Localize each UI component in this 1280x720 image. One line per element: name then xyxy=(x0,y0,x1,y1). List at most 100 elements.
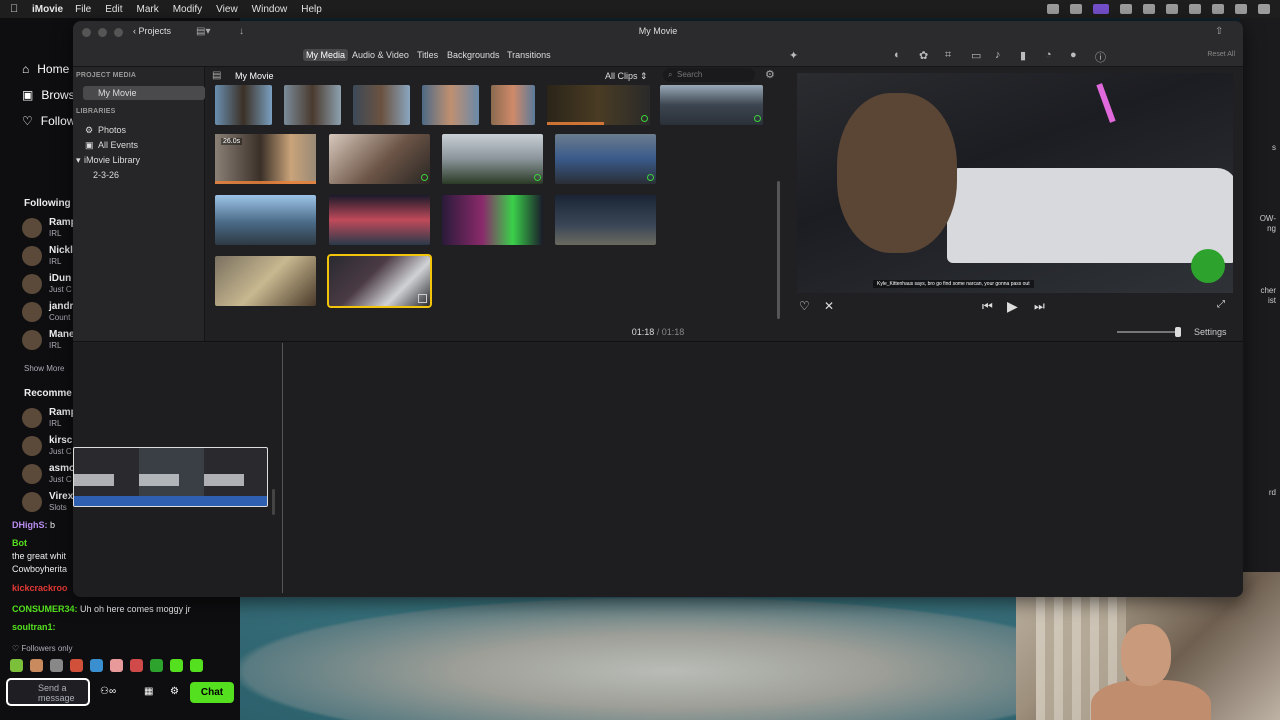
menu-mark[interactable]: Mark xyxy=(136,4,158,15)
emote-icon[interactable] xyxy=(170,659,183,672)
chat-input[interactable]: Send a message xyxy=(6,678,90,706)
chat-username[interactable]: Bot xyxy=(12,538,27,548)
info-icon[interactable]: ⓘ xyxy=(1095,49,1106,65)
emote-icon[interactable] xyxy=(190,659,203,672)
tab-audio-video[interactable]: Audio & Video xyxy=(349,49,412,61)
clip-filter-select[interactable]: All Clips ⇕ xyxy=(605,71,648,82)
tab-titles[interactable]: Titles xyxy=(414,49,441,61)
color-balance-icon[interactable]: ◐ xyxy=(894,49,901,61)
media-clip-thumbnail[interactable] xyxy=(284,85,341,125)
channel-item[interactable]: Virex Slots xyxy=(22,490,78,516)
media-clip-thumbnail-selected[interactable] xyxy=(327,254,432,308)
menu-modify[interactable]: Modify xyxy=(173,4,202,15)
search-input[interactable]: Search xyxy=(663,68,755,82)
store-icon[interactable]: ▦ xyxy=(144,686,153,697)
media-clip-thumbnail[interactable] xyxy=(442,195,543,245)
chat-username[interactable]: soultran1: xyxy=(12,622,56,632)
timeline-zoom-slider[interactable] xyxy=(1117,331,1177,333)
channel-item[interactable]: Ramp IRL xyxy=(22,406,78,432)
reset-all-button[interactable]: Reset All xyxy=(1207,51,1235,58)
emote-icon[interactable] xyxy=(130,659,143,672)
clip-filter-icon[interactable]: ● xyxy=(1070,49,1077,61)
skip-forward-icon[interactable]: ⏭ xyxy=(1034,299,1045,314)
show-more-link[interactable]: Show More xyxy=(24,364,64,373)
screen-record-icon[interactable] xyxy=(1093,4,1109,14)
media-clip-thumbnail[interactable] xyxy=(547,85,650,125)
skip-back-icon[interactable]: ⏮ xyxy=(982,299,993,314)
chat-username[interactable]: CONSUMER34: xyxy=(12,604,78,614)
channel-item[interactable]: Ramp IRL xyxy=(22,216,78,242)
menu-view[interactable]: View xyxy=(216,4,238,15)
add-clip-icon[interactable] xyxy=(418,294,427,303)
play-icon[interactable]: ▶ xyxy=(1007,298,1018,315)
search-icon[interactable] xyxy=(1189,4,1201,14)
speed-icon[interactable]: ◔ xyxy=(1045,49,1052,61)
menu-file[interactable]: File xyxy=(75,4,91,15)
media-clip-thumbnail[interactable] xyxy=(215,256,316,306)
sidebar-item-library[interactable]: iMovie Library xyxy=(84,155,140,165)
sidebar-item-photos[interactable]: Photos xyxy=(98,125,126,135)
volume-icon[interactable]: ♪ xyxy=(995,49,1001,61)
media-clip-thumbnail[interactable] xyxy=(491,85,535,125)
apple-icon[interactable]:  xyxy=(10,3,24,15)
gear-icon[interactable]: ⚙ xyxy=(765,68,775,81)
settings-button[interactable]: Settings xyxy=(1194,327,1227,337)
color-correction-icon[interactable]: ✿ xyxy=(919,49,928,62)
menu-window[interactable]: Window xyxy=(252,4,288,15)
gear-icon[interactable]: ⚙ xyxy=(170,686,179,697)
bluetooth-icon[interactable] xyxy=(1212,4,1224,14)
channel-points-icon[interactable]: ⚇∞ xyxy=(100,686,116,697)
siri-icon[interactable] xyxy=(1258,4,1270,14)
reject-icon[interactable]: ✕ xyxy=(824,299,834,313)
media-clip-thumbnail[interactable] xyxy=(555,195,656,245)
emote-icon[interactable] xyxy=(90,659,103,672)
clip-trim-handle[interactable] xyxy=(272,489,275,515)
media-clip-thumbnail[interactable]: 26.0s xyxy=(215,134,316,184)
media-clip-thumbnail[interactable] xyxy=(353,85,410,125)
channel-item[interactable]: kirsc Just C xyxy=(22,434,78,460)
media-clip-thumbnail[interactable] xyxy=(215,85,272,125)
channel-item[interactable]: asmo Just C xyxy=(22,462,78,488)
browser-scrollbar[interactable] xyxy=(777,181,780,319)
battery-icon[interactable] xyxy=(1143,4,1155,14)
media-clip-thumbnail[interactable] xyxy=(660,85,763,125)
tab-transitions[interactable]: Transitions xyxy=(504,49,554,61)
timeline[interactable] xyxy=(73,343,1243,597)
channel-item[interactable]: Nickl IRL xyxy=(22,244,78,270)
wifi-icon[interactable] xyxy=(1166,4,1178,14)
emote-icon[interactable] xyxy=(150,659,163,672)
status-icon[interactable] xyxy=(1120,4,1132,14)
emote-icon[interactable] xyxy=(110,659,123,672)
magic-wand-icon[interactable]: ✦ xyxy=(789,49,798,62)
favorite-heart-icon[interactable]: ♡ xyxy=(799,299,810,313)
playhead[interactable] xyxy=(282,343,283,593)
control-center-icon[interactable] xyxy=(1235,4,1247,14)
chat-username[interactable]: kickcrackroo xyxy=(12,583,68,593)
media-clip-thumbnail[interactable] xyxy=(422,85,479,125)
channel-item[interactable]: jandr Count xyxy=(22,300,78,326)
emote-icon[interactable] xyxy=(10,659,23,672)
status-icon[interactable] xyxy=(1047,4,1059,14)
timeline-zoom-knob[interactable] xyxy=(1175,327,1181,337)
timeline-clip[interactable] xyxy=(73,447,268,507)
menu-edit[interactable]: Edit xyxy=(105,4,122,15)
media-clip-thumbnail[interactable] xyxy=(555,134,656,184)
sidebar-item-all-events[interactable]: All Events xyxy=(98,140,138,150)
share-icon[interactable]: ⇧ xyxy=(1215,26,1223,37)
media-clip-thumbnail[interactable] xyxy=(215,195,316,245)
channel-item[interactable]: Mane IRL xyxy=(22,328,78,354)
menu-help[interactable]: Help xyxy=(301,4,322,15)
stabilization-icon[interactable]: ▭ xyxy=(971,49,981,62)
disclosure-icon[interactable]: ▾ xyxy=(76,155,81,166)
sidebar-item-my-movie[interactable]: My Movie xyxy=(98,88,137,98)
media-clip-thumbnail[interactable] xyxy=(329,134,430,184)
media-clip-thumbnail[interactable] xyxy=(329,195,430,245)
media-clip-thumbnail[interactable] xyxy=(442,134,543,184)
tab-my-media[interactable]: My Media xyxy=(303,49,349,61)
noise-reduction-icon[interactable]: ▮ xyxy=(1020,49,1026,62)
status-icon[interactable] xyxy=(1070,4,1082,14)
emote-icon[interactable] xyxy=(50,659,63,672)
channel-item[interactable]: iDun Just C xyxy=(22,272,78,298)
crop-icon[interactable]: ⌗ xyxy=(945,49,951,62)
tab-backgrounds[interactable]: Backgrounds xyxy=(444,49,503,61)
